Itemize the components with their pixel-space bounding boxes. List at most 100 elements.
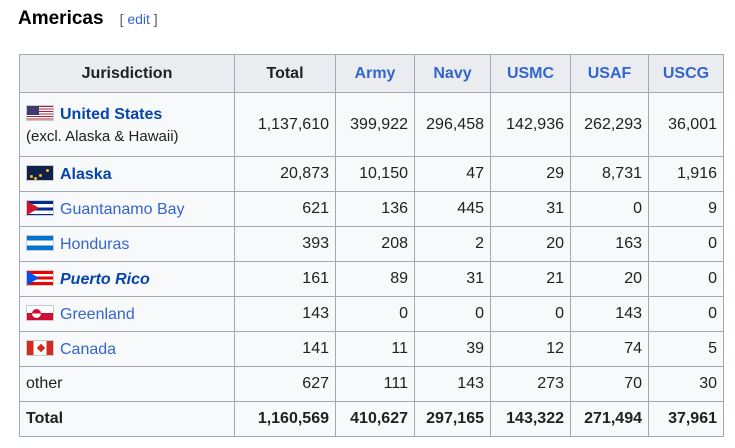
total-cell: 627 <box>234 366 336 402</box>
honduras-flag-icon <box>26 234 54 251</box>
uscg-cell: 0 <box>648 226 724 262</box>
alaska-flag-icon <box>26 164 54 181</box>
army-cell: 208 <box>335 226 415 262</box>
usmc-cell: 29 <box>490 156 571 192</box>
section-heading: Americas [ edit ] <box>18 8 158 30</box>
navy-cell: 47 <box>414 156 491 192</box>
jurisdiction-cell: Canada <box>19 331 235 367</box>
uscg-cell: 0 <box>648 296 724 332</box>
total-cell: 393 <box>234 226 336 262</box>
table-row-alaska: Alaska 20,873 10,150 47 29 8,731 1,916 <box>19 156 724 192</box>
usaf-total-cell: 271,494 <box>570 401 649 437</box>
navy-cell: 143 <box>414 366 491 402</box>
total-cell: 621 <box>234 191 336 227</box>
navy-cell: 0 <box>414 296 491 332</box>
uscg-cell: 30 <box>648 366 724 402</box>
navy-cell: 445 <box>414 191 491 227</box>
uscg-cell: 36,001 <box>648 92 724 157</box>
uscg-cell: 5 <box>648 331 724 367</box>
army-cell: 0 <box>335 296 415 332</box>
usmc-cell: 12 <box>490 331 571 367</box>
uscg-total-cell: 37,961 <box>648 401 724 437</box>
total-cell: 143 <box>234 296 336 332</box>
table-row-greenland: Greenland 143 0 0 0 143 0 <box>19 296 724 332</box>
greenland-link[interactable]: Greenland <box>60 306 135 323</box>
header-army-link[interactable]: Army <box>335 54 415 93</box>
canada-link[interactable]: Canada <box>60 341 116 358</box>
deployment-table: Jurisdiction Total Army Navy USMC USAF U… <box>19 54 724 437</box>
table-row-other: other 627 111 143 273 70 30 <box>19 366 724 402</box>
usaf-cell: 70 <box>570 366 649 402</box>
united-states-link[interactable]: United States <box>60 106 162 123</box>
table-row-guantanamo-bay: Guantanamo Bay 621 136 445 31 0 9 <box>19 191 724 227</box>
header-usaf-link[interactable]: USAF <box>570 54 649 93</box>
header-uscg-link[interactable]: USCG <box>648 54 724 93</box>
table-row-canada: Canada 141 11 39 12 74 5 <box>19 331 724 367</box>
navy-cell: 39 <box>414 331 491 367</box>
navy-total-cell: 297,165 <box>414 401 491 437</box>
usmc-cell: 20 <box>490 226 571 262</box>
navy-cell: 2 <box>414 226 491 262</box>
guantanamo-bay-link[interactable]: Guantanamo Bay <box>60 201 185 218</box>
table-row-honduras: Honduras 393 208 2 20 163 0 <box>19 226 724 262</box>
table-header-row: Jurisdiction Total Army Navy USMC USAF U… <box>19 54 724 93</box>
total-cell: 141 <box>234 331 336 367</box>
header-navy-link[interactable]: Navy <box>414 54 491 93</box>
header-usmc-link[interactable]: USMC <box>490 54 571 93</box>
army-cell: 136 <box>335 191 415 227</box>
jurisdiction-cell: United States (excl. Alaska & Hawaii) <box>19 92 235 157</box>
uscg-cell: 1,916 <box>648 156 724 192</box>
table-total-row: Total 1,160,569 410,627 297,165 143,322 … <box>19 401 724 437</box>
united-states-note: (excl. Alaska & Hawaii) <box>26 127 179 145</box>
canada-flag-icon <box>26 339 54 356</box>
army-cell: 399,922 <box>335 92 415 157</box>
edit-section: [ edit ] <box>120 11 158 27</box>
jurisdiction-cell: Honduras <box>19 226 235 262</box>
usmc-cell: 142,936 <box>490 92 571 157</box>
alaska-link[interactable]: Alaska <box>60 166 112 183</box>
honduras-link[interactable]: Honduras <box>60 236 129 253</box>
army-cell: 10,150 <box>335 156 415 192</box>
table-row-puerto-rico: Puerto Rico 161 89 31 21 20 0 <box>19 261 724 297</box>
usaf-cell: 20 <box>570 261 649 297</box>
total-cell: 20,873 <box>234 156 336 192</box>
greenland-flag-icon <box>26 304 54 321</box>
total-row-label: Total <box>19 401 235 437</box>
navy-cell: 31 <box>414 261 491 297</box>
header-jurisdiction[interactable]: Jurisdiction <box>19 54 235 93</box>
table-row-united-states: United States (excl. Alaska & Hawaii) 1,… <box>19 92 724 157</box>
usmc-cell: 31 <box>490 191 571 227</box>
army-cell: 89 <box>335 261 415 297</box>
usmc-cell: 0 <box>490 296 571 332</box>
cuba-flag-icon <box>26 199 54 216</box>
total-cell: 1,137,610 <box>234 92 336 157</box>
usmc-total-cell: 143,322 <box>490 401 571 437</box>
usaf-cell: 143 <box>570 296 649 332</box>
usmc-cell: 21 <box>490 261 571 297</box>
us-flag-icon <box>26 104 54 121</box>
usaf-cell: 163 <box>570 226 649 262</box>
section-title: Americas <box>18 8 104 29</box>
other-label: other <box>19 366 235 402</box>
jurisdiction-cell: Guantanamo Bay <box>19 191 235 227</box>
usaf-cell: 8,731 <box>570 156 649 192</box>
army-cell: 111 <box>335 366 415 402</box>
header-total[interactable]: Total <box>234 54 336 93</box>
total-cell: 161 <box>234 261 336 297</box>
usaf-cell: 74 <box>570 331 649 367</box>
jurisdiction-cell: Alaska <box>19 156 235 192</box>
uscg-cell: 0 <box>648 261 724 297</box>
uscg-cell: 9 <box>648 191 724 227</box>
jurisdiction-cell: Greenland <box>19 296 235 332</box>
navy-cell: 296,458 <box>414 92 491 157</box>
army-cell: 11 <box>335 331 415 367</box>
edit-bracket-close: ] <box>149 11 158 27</box>
edit-link[interactable]: edit <box>127 11 150 27</box>
usmc-cell: 273 <box>490 366 571 402</box>
puerto-rico-flag-icon <box>26 269 54 286</box>
usaf-cell: 0 <box>570 191 649 227</box>
usaf-cell: 262,293 <box>570 92 649 157</box>
army-total-cell: 410,627 <box>335 401 415 437</box>
puerto-rico-link[interactable]: Puerto Rico <box>60 271 150 288</box>
jurisdiction-cell: Puerto Rico <box>19 261 235 297</box>
